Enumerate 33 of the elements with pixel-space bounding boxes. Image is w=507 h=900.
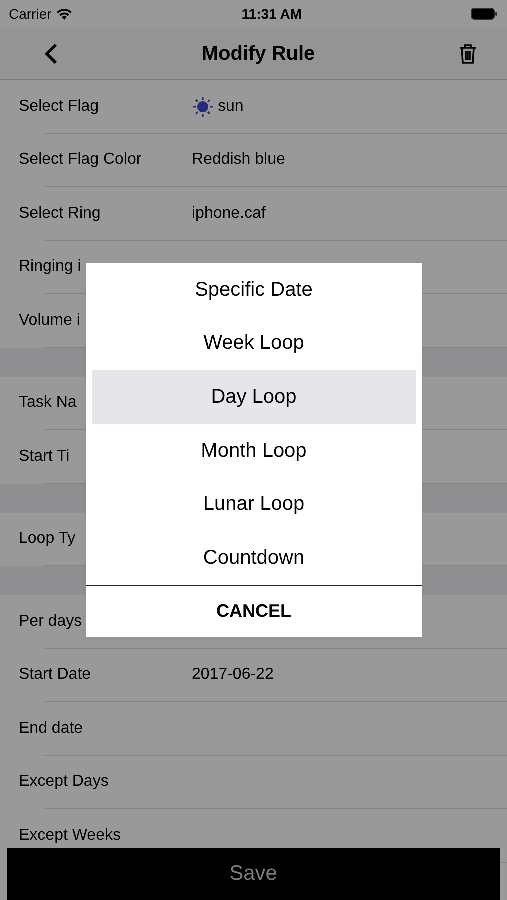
menu-option[interactable]: Week Loop [92, 316, 416, 370]
status-time: 11:31 AM [242, 4, 302, 24]
save-button[interactable]: Save [7, 848, 500, 900]
cancel-button[interactable]: CANCEL [86, 584, 422, 637]
field-label: Per days [19, 612, 84, 632]
screen-title: Modify Rule [202, 42, 316, 66]
sun-icon [192, 96, 214, 118]
field-label: Except Days [19, 772, 110, 792]
field-value: Reddish blue [192, 150, 286, 170]
field-label: Loop Ty [19, 529, 77, 550]
field-label: Select Flag Color [19, 150, 143, 170]
menu-option[interactable]: Specific Date [92, 263, 416, 317]
delete-icon[interactable] [459, 44, 477, 64]
field-value: iphone.caf [192, 204, 266, 224]
menu-option[interactable]: Lunar Loop [92, 477, 416, 531]
field-label: Start Ti [19, 446, 71, 467]
field-label: Ringing i [19, 257, 82, 278]
back-icon[interactable] [44, 42, 58, 64]
menu-option[interactable]: Month Loop [92, 424, 416, 478]
field-label: Except Weeks [19, 826, 122, 846]
carrier-label: Carrier [9, 4, 52, 24]
menu-option[interactable]: Day Loop [92, 370, 416, 424]
field-value: sun [218, 96, 244, 117]
wifi-icon [56, 8, 73, 20]
field-label: End date [19, 718, 84, 739]
field-label: Select Ring [19, 204, 102, 224]
field-label: Select Flag [19, 96, 100, 117]
field-label: Volume i [19, 310, 82, 331]
menu-option[interactable]: Countdown [92, 530, 416, 585]
field-value: 2017-06-22 [192, 665, 274, 686]
battery-icon [471, 8, 498, 20]
field-label: Task Na [19, 393, 78, 414]
field-label: Start Date [19, 665, 92, 686]
